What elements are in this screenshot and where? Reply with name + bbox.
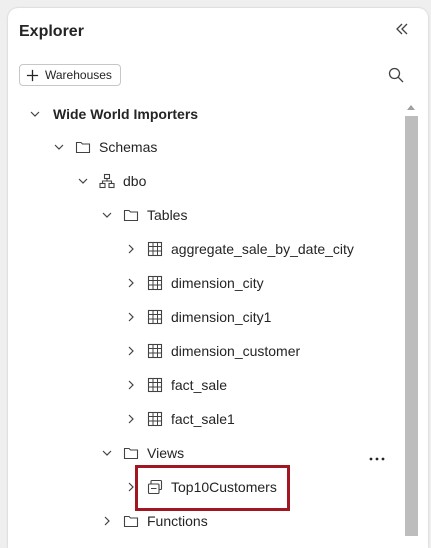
table-icon: [147, 241, 163, 257]
tree-item-label: Functions: [147, 513, 208, 529]
tree-item-table[interactable]: fact_sale1: [125, 402, 235, 436]
tree-item-label: Views: [147, 445, 185, 461]
tree-item-view[interactable]: Top10Customers: [125, 470, 277, 504]
tree-item-table[interactable]: dimension_city: [125, 266, 264, 300]
tree-item-wide-world-importers[interactable]: Wide World Importers: [29, 97, 198, 131]
tree-item-views[interactable]: Views: [101, 436, 184, 470]
collapse-panel-icon[interactable]: [394, 21, 410, 37]
scrollbar-thumb[interactable]: [405, 116, 418, 536]
table-icon: [147, 377, 163, 393]
tree-item-schemas[interactable]: Schemas: [53, 130, 157, 164]
tree-item-label: Wide World Importers: [53, 106, 199, 122]
chevron-right-icon[interactable]: [125, 413, 137, 425]
folder-icon: [123, 447, 139, 460]
chevron-down-icon[interactable]: [29, 108, 41, 120]
add-warehouses-button[interactable]: Warehouses: [19, 64, 121, 86]
tree-item-table[interactable]: fact_sale: [125, 368, 227, 402]
tree-item-tables[interactable]: Tables: [101, 198, 187, 232]
search-icon[interactable]: [388, 67, 404, 83]
folder-icon: [123, 515, 139, 528]
scrollbar[interactable]: [403, 96, 420, 548]
plus-icon: [26, 69, 39, 81]
chevron-right-icon[interactable]: [101, 515, 113, 527]
tree-item-label: fact_sale1: [171, 411, 235, 427]
tree-item-dbo[interactable]: dbo: [77, 164, 146, 198]
table-icon: [147, 309, 163, 325]
table-icon: [147, 411, 163, 427]
chevron-right-icon[interactable]: [125, 481, 137, 493]
tree-item-label: dbo: [123, 173, 147, 189]
tree-item-table[interactable]: aggregate_sale_by_date_city: [125, 232, 354, 266]
tree-item-label: fact_sale: [171, 377, 228, 393]
chevron-right-icon[interactable]: [125, 311, 137, 323]
tree-item-label: Tables: [147, 207, 188, 223]
tree-item-functions[interactable]: Functions: [101, 504, 208, 538]
tree-item-table[interactable]: dimension_customer: [125, 334, 300, 368]
tree-item-label: dimension_customer: [171, 343, 301, 359]
chevron-right-icon[interactable]: [125, 277, 137, 289]
tree-item-label: aggregate_sale_by_date_city: [171, 241, 354, 257]
chevron-right-icon[interactable]: [125, 379, 137, 391]
tree-item-table[interactable]: dimension_city1: [125, 300, 271, 334]
view-icon: [147, 479, 163, 495]
tree-item-label: dimension_city1: [171, 309, 272, 325]
tree-item-label: dimension_city: [171, 275, 264, 291]
tree-item-label: Schemas: [99, 139, 158, 155]
add-warehouses-label: Warehouses: [45, 68, 112, 82]
table-icon: [147, 275, 163, 291]
folder-icon: [75, 141, 91, 154]
chevron-down-icon[interactable]: [77, 175, 89, 187]
folder-icon: [123, 209, 139, 222]
schema-icon: [99, 173, 115, 189]
explorer-title: Explorer: [19, 23, 84, 40]
chevron-down-icon[interactable]: [101, 209, 113, 221]
chevron-down-icon[interactable]: [101, 447, 113, 459]
chevron-right-icon[interactable]: [125, 243, 137, 255]
tree-item-label: Top10Customers: [171, 479, 277, 495]
explorer-panel: Explorer Warehouses Wide World Importers…: [8, 8, 428, 548]
scroll-up-arrow-icon[interactable]: [407, 104, 415, 110]
more-options-icon[interactable]: [368, 451, 386, 467]
table-icon: [147, 343, 163, 359]
chevron-right-icon[interactable]: [125, 345, 137, 357]
chevron-down-icon[interactable]: [53, 141, 65, 153]
